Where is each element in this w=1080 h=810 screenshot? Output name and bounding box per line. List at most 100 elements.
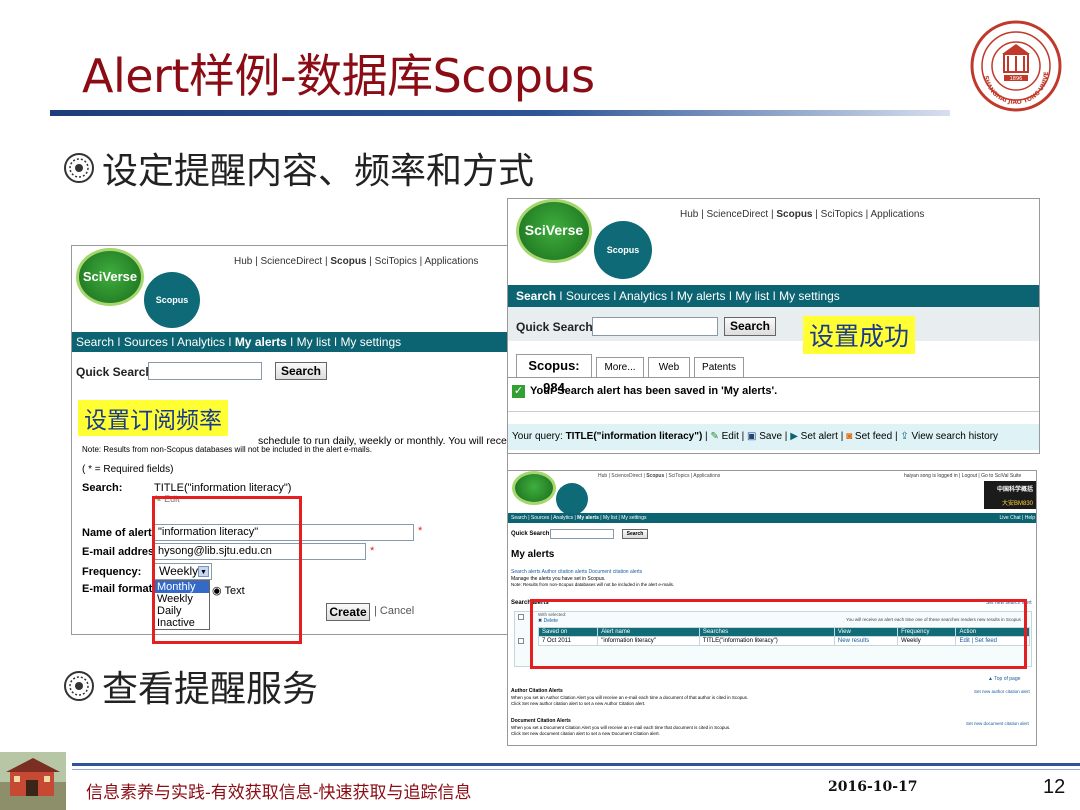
login-status: haiyan song is logged in | Logout | Go t… xyxy=(904,473,1022,479)
row-checkbox[interactable] xyxy=(518,638,524,644)
hub-links: Hub | ScienceDirect | Scopus | SciTopics… xyxy=(234,256,479,267)
right-screenshot: SciVerse Scopus Hub | ScienceDirect | Sc… xyxy=(507,198,1040,454)
main-nav: Search | Sources | Analytics | My alerts… xyxy=(508,513,1036,523)
required-note: ( * = Required fields) xyxy=(82,464,174,475)
highlight-frequency-box xyxy=(152,496,302,644)
slide-title: Alert样例-数据库Scopus xyxy=(82,49,595,103)
tab-more[interactable]: More... xyxy=(596,357,644,377)
svg-text:1896: 1896 xyxy=(1010,76,1023,82)
scopus-logo: Scopus xyxy=(144,272,200,328)
alert-icon: ▶ xyxy=(790,431,798,442)
set-new-document-alert-link[interactable]: Set new document citation alert xyxy=(966,721,1029,726)
nav-sources[interactable]: Sources xyxy=(566,289,610,303)
set-alert-link[interactable]: Set alert xyxy=(801,431,838,442)
quick-search-input[interactable] xyxy=(148,362,262,380)
edit-link[interactable]: Edit xyxy=(722,431,739,442)
footer-date: 2016-10-17 xyxy=(828,779,918,795)
hub-link[interactable]: Applications xyxy=(425,256,479,267)
search-button[interactable]: Search xyxy=(724,317,776,336)
footer-course-title: 信息素养与实践-有效获取信息-快速获取与追踪信息 xyxy=(86,783,472,803)
campus-gate-icon xyxy=(0,752,66,810)
up-arrow-icon: ▲ xyxy=(988,676,993,682)
bullet-icon xyxy=(64,671,94,701)
author-citation-text: When you set an Author Citation Alert yo… xyxy=(511,695,749,700)
main-nav: Search ǀ Sources ǀ Analytics ǀ My alerts… xyxy=(508,285,1039,307)
save-link[interactable]: Save xyxy=(759,431,782,442)
query-bar: Your query: TITLE("information literacy"… xyxy=(508,424,1039,450)
quick-search-label: Quick Search xyxy=(76,365,153,379)
bullet-icon xyxy=(64,153,94,183)
view-history-link[interactable]: View search history xyxy=(912,431,999,442)
cancel-link[interactable]: | Cancel xyxy=(374,605,414,617)
document-citation-text: When you set a Document Citation Alert y… xyxy=(511,725,731,730)
hub-link[interactable]: Hub xyxy=(680,209,698,220)
top-of-page-link[interactable]: ▲ Top of page xyxy=(988,676,1020,682)
footer-rule xyxy=(72,763,1080,766)
quick-search-input[interactable] xyxy=(550,529,614,539)
bullet-view-alerts: 查看提醒服务 xyxy=(62,660,318,712)
label-set-success: 设置成功 xyxy=(803,316,916,354)
hub-link[interactable]: Hub xyxy=(234,256,252,267)
hub-link[interactable]: SciTopics xyxy=(821,209,863,220)
hub-link[interactable]: Scopus xyxy=(776,209,812,220)
hub-link[interactable]: Scopus xyxy=(330,256,366,267)
rss-icon: ◙ xyxy=(846,431,853,442)
live-chat-help[interactable]: Live Chat | Help xyxy=(1000,513,1035,523)
scopus-logo: Scopus xyxy=(594,221,652,279)
alert-type-links[interactable]: Search alerts Author citation alerts Doc… xyxy=(511,569,642,575)
label-set-frequency: 设置订阅频率 xyxy=(78,400,228,436)
tab-patents[interactable]: Patents xyxy=(694,357,744,377)
author-citation-click: Click Set new author citation alert to s… xyxy=(511,701,646,706)
hub-link[interactable]: Applications xyxy=(871,209,925,220)
author-citation-heading: Author Citation Alerts xyxy=(511,688,563,694)
set-feed-link[interactable]: Set feed xyxy=(855,431,892,442)
bullet-text: 查看提醒服务 xyxy=(102,669,319,710)
quick-search-input[interactable] xyxy=(592,317,718,336)
nav-search[interactable]: Search xyxy=(76,335,114,349)
frequency-label: Frequency: xyxy=(82,566,142,578)
highlight-alerts-table-box xyxy=(530,599,1027,669)
hub-links: Hub | ScienceDirect | Scopus | SciTopics… xyxy=(598,473,721,479)
scopus-logo xyxy=(556,483,588,515)
nav-sources[interactable]: Sources xyxy=(124,335,168,349)
tab-web[interactable]: Web xyxy=(648,357,690,377)
nav-analytics[interactable]: Analytics xyxy=(177,335,225,349)
nav-my-alerts[interactable]: My alerts xyxy=(677,289,726,303)
nav-analytics[interactable]: Analytics xyxy=(619,289,667,303)
nav-my-alerts[interactable]: My alerts xyxy=(235,335,287,349)
quick-search-label: Quick Search xyxy=(516,320,593,334)
nav-my-settings[interactable]: My settings xyxy=(340,335,401,349)
required-star: * xyxy=(418,525,423,537)
history-icon: ⇪ xyxy=(900,431,909,442)
title-rule xyxy=(50,110,950,116)
note-text: Note: Results from non-Scopus databases … xyxy=(82,445,372,454)
check-icon: ✓ xyxy=(512,385,525,398)
my-alerts-heading: My alerts xyxy=(511,549,555,560)
hub-link[interactable]: ScienceDirect xyxy=(261,256,323,267)
bullet-text: 设定提醒内容、频率和方式 xyxy=(102,151,535,192)
quick-search-label: Quick Search xyxy=(511,531,550,537)
edit-icon: ✎ xyxy=(710,431,719,442)
query-value: TITLE("information literacy") xyxy=(565,431,703,442)
sjtu-logo-icon: 1896 SHANGHAI JIAO TONG UNIVERSITY xyxy=(970,20,1062,112)
select-all-checkbox[interactable] xyxy=(518,614,524,620)
nav-search[interactable]: Search xyxy=(516,289,556,303)
nav-my-list[interactable]: My list xyxy=(297,335,331,349)
promo-banner[interactable]: 中国科学概括 大安BM830 xyxy=(984,481,1036,509)
hub-link[interactable]: SciTopics xyxy=(375,256,417,267)
divider xyxy=(508,411,1039,412)
search-button[interactable]: Search xyxy=(275,362,327,380)
required-star: * xyxy=(370,545,375,557)
hub-link[interactable]: ScienceDirect xyxy=(707,209,769,220)
tab-divider xyxy=(508,377,1039,378)
sciverse-logo: SciVerse xyxy=(516,199,592,263)
create-button[interactable]: Create xyxy=(326,603,370,621)
note-text: Note: Results from non-Scopus databases … xyxy=(511,582,675,587)
bullet-set-alert: 设定提醒内容、频率和方式 xyxy=(62,142,534,194)
page-number: 12 xyxy=(1043,776,1066,798)
search-button[interactable]: Search xyxy=(622,529,648,539)
nav-my-list[interactable]: My list xyxy=(735,289,769,303)
tab-scopus[interactable]: Scopus: 984 xyxy=(516,354,592,395)
nav-my-settings[interactable]: My settings xyxy=(779,289,840,303)
set-new-author-alert-link[interactable]: Set new author citation alert xyxy=(974,689,1030,694)
